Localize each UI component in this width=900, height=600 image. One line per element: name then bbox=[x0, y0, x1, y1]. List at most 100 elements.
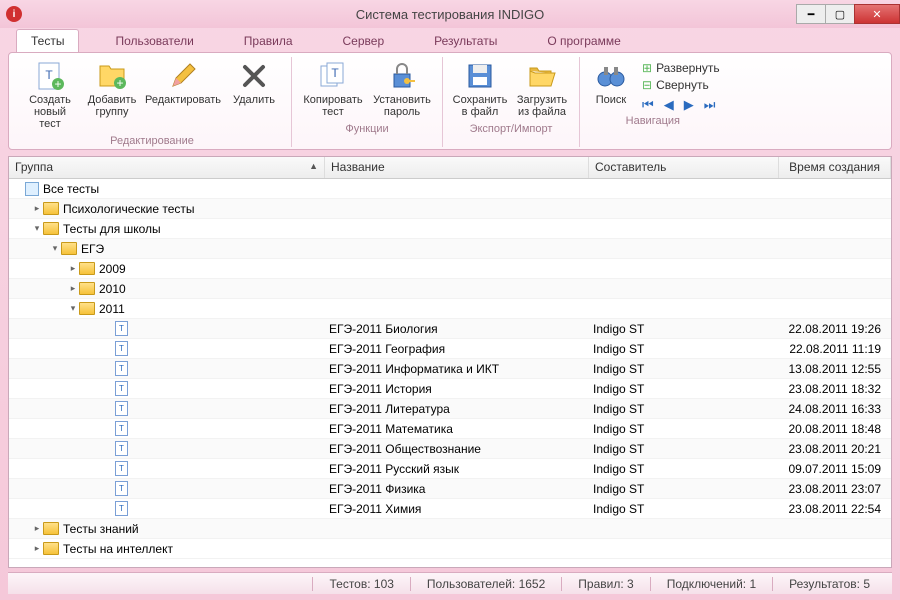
tab-about[interactable]: О программе bbox=[533, 30, 634, 52]
save-icon bbox=[464, 60, 496, 92]
row-label: 2011 bbox=[99, 302, 125, 316]
expander-icon[interactable]: ▾ bbox=[67, 303, 79, 314]
svg-text:T: T bbox=[331, 66, 339, 80]
status-bar: Тестов: 103 Пользователей: 1652 Правил: … bbox=[8, 572, 892, 594]
open-folder-icon bbox=[526, 60, 558, 92]
tab-results[interactable]: Результаты bbox=[420, 30, 511, 52]
load-button[interactable]: Загрузить из файла bbox=[511, 57, 573, 121]
folder-icon bbox=[79, 302, 95, 315]
tree-row[interactable]: Все тесты bbox=[9, 179, 891, 199]
status-results: Результатов: 5 bbox=[772, 577, 886, 591]
tree-row[interactable]: ▸ Тесты на интеллект bbox=[9, 539, 891, 559]
tree-row[interactable]: ▾Тесты для школы bbox=[9, 219, 891, 239]
tree-row[interactable]: TЕГЭ-2011 МатематикаIndigo ST20.08.2011 … bbox=[9, 419, 891, 439]
tree-row[interactable]: TЕГЭ-2011 ГеографияIndigo ST22.08.2011 1… bbox=[9, 339, 891, 359]
tree-row[interactable]: TЕГЭ-2011 ИсторияIndigo ST23.08.2011 18:… bbox=[9, 379, 891, 399]
ribbon-group-edit: T+ Создать новый тест + Добавить группу … bbox=[13, 57, 292, 147]
tab-server[interactable]: Сервер bbox=[329, 30, 399, 52]
column-headers: Группа▲ Название Составитель Время созда… bbox=[9, 157, 891, 179]
expander-icon[interactable]: ▸ bbox=[67, 263, 79, 274]
search-button[interactable]: Поиск bbox=[586, 57, 636, 113]
folder-icon bbox=[61, 242, 77, 255]
tab-users[interactable]: Пользователи bbox=[101, 30, 207, 52]
tree-row[interactable]: ▸2009 bbox=[9, 259, 891, 279]
add-group-button[interactable]: + Добавить группу bbox=[81, 57, 143, 133]
nav-first-icon[interactable]: ⏮ bbox=[642, 97, 654, 113]
tree-row[interactable]: ▾ 2011 bbox=[9, 299, 891, 319]
collapse-icon: ⊟ bbox=[642, 78, 652, 92]
expander-icon[interactable]: ▾ bbox=[49, 243, 61, 254]
app-icon: i bbox=[6, 6, 22, 22]
row-label: Психологические тесты bbox=[63, 202, 195, 216]
test-icon: T bbox=[115, 321, 128, 336]
tree-row[interactable]: TЕГЭ-2011 ЛитератураIndigo ST24.08.2011 … bbox=[9, 399, 891, 419]
expander-icon[interactable]: ▸ bbox=[31, 203, 43, 214]
tree-row[interactable]: ▸Тесты знаний bbox=[9, 519, 891, 539]
pencil-icon bbox=[167, 60, 199, 92]
svg-text:+: + bbox=[54, 77, 61, 91]
app-window: i Система тестирования INDIGO ━ ▢ ✕ Тест… bbox=[0, 0, 900, 600]
expander-icon[interactable]: ▸ bbox=[31, 523, 43, 534]
test-icon: T bbox=[115, 461, 128, 476]
tree-row[interactable]: ▸ Психологические тесты bbox=[9, 199, 891, 219]
delete-button[interactable]: Удалить bbox=[223, 57, 285, 133]
tree-row[interactable]: TЕГЭ-2011 ФизикаIndigo ST23.08.2011 23:0… bbox=[9, 479, 891, 499]
tree-row[interactable]: ▸2010 bbox=[9, 279, 891, 299]
save-button[interactable]: Сохранить в файл bbox=[449, 57, 511, 121]
col-group[interactable]: Группа▲ bbox=[9, 157, 325, 178]
minimize-button[interactable]: ━ bbox=[796, 4, 826, 24]
set-password-button[interactable]: Установить пароль bbox=[368, 57, 436, 121]
close-button[interactable]: ✕ bbox=[854, 4, 900, 24]
expander-icon[interactable]: ▸ bbox=[31, 543, 43, 554]
tree-row[interactable]: TЕГЭ-2011 БиологияIndigo ST22.08.2011 19… bbox=[9, 319, 891, 339]
nav-last-icon[interactable]: ⏭ bbox=[704, 97, 716, 113]
ribbon-group-label: Навигация bbox=[586, 115, 720, 127]
expand-all-button[interactable]: ⊞ Развернуть bbox=[642, 61, 720, 75]
row-label: Тесты на интеллект bbox=[63, 542, 173, 556]
test-icon: T bbox=[115, 401, 128, 416]
test-icon: T bbox=[115, 361, 128, 376]
svg-text:T: T bbox=[45, 68, 53, 82]
new-test-icon: T+ bbox=[34, 60, 66, 92]
nav-shortcuts: ⊞ Развернуть ⊟ Свернуть ⏮ ◀ ▶ ⏭ bbox=[636, 57, 720, 113]
status-users: Пользователей: 1652 bbox=[410, 577, 561, 591]
status-rules: Правил: 3 bbox=[561, 577, 649, 591]
copy-test-button[interactable]: T Копировать тест bbox=[298, 57, 368, 121]
nav-prev-icon[interactable]: ◀ bbox=[664, 97, 674, 113]
expander-icon[interactable]: ▾ bbox=[31, 223, 43, 234]
nav-next-icon[interactable]: ▶ bbox=[684, 97, 694, 113]
col-name[interactable]: Название bbox=[325, 157, 589, 178]
folder-icon bbox=[43, 522, 59, 535]
tree-row[interactable]: TЕГЭ-2011 ОбществознаниеIndigo ST23.08.2… bbox=[9, 439, 891, 459]
edit-button[interactable]: Редактировать bbox=[143, 57, 223, 133]
add-group-icon: + bbox=[96, 60, 128, 92]
lock-icon bbox=[386, 60, 418, 92]
collapse-all-button[interactable]: ⊟ Свернуть bbox=[642, 78, 720, 92]
col-date[interactable]: Время создания bbox=[779, 157, 891, 178]
window-title: Система тестирования INDIGO bbox=[0, 7, 900, 22]
col-author[interactable]: Составитель bbox=[589, 157, 779, 178]
new-test-button[interactable]: T+ Создать новый тест bbox=[19, 57, 81, 133]
tree-row[interactable]: TЕГЭ-2011 ХимияIndigo ST23.08.2011 22:54 bbox=[9, 499, 891, 519]
tree-row[interactable]: TЕГЭ-2011 Русский языкIndigo ST09.07.201… bbox=[9, 459, 891, 479]
tree-row[interactable]: TЕГЭ-2011 Информатика и ИКТIndigo ST13.0… bbox=[9, 359, 891, 379]
tab-strip: Тесты Пользователи Правила Сервер Резуль… bbox=[0, 28, 900, 52]
tab-tests[interactable]: Тесты bbox=[16, 29, 79, 52]
row-label: Все тесты bbox=[43, 182, 99, 196]
binoculars-icon bbox=[595, 60, 627, 92]
root-icon bbox=[25, 182, 39, 196]
maximize-button[interactable]: ▢ bbox=[825, 4, 855, 24]
test-icon: T bbox=[115, 381, 128, 396]
test-icon: T bbox=[115, 341, 128, 356]
sort-asc-icon: ▲ bbox=[309, 161, 318, 171]
window-buttons: ━ ▢ ✕ bbox=[797, 4, 900, 24]
test-icon: T bbox=[115, 501, 128, 516]
tree-body[interactable]: Все тесты▸Психологические тесты▾Тесты дл… bbox=[9, 179, 891, 567]
tab-rules[interactable]: Правила bbox=[230, 30, 307, 52]
ribbon: T+ Создать новый тест + Добавить группу … bbox=[8, 52, 892, 150]
tree-row[interactable]: ▾ЕГЭ bbox=[9, 239, 891, 259]
test-icon: T bbox=[115, 421, 128, 436]
expander-icon[interactable]: ▸ bbox=[67, 283, 79, 294]
folder-icon bbox=[43, 542, 59, 555]
ribbon-group-nav: Поиск ⊞ Развернуть ⊟ Свернуть ⏮ ◀ ▶ bbox=[580, 57, 726, 147]
